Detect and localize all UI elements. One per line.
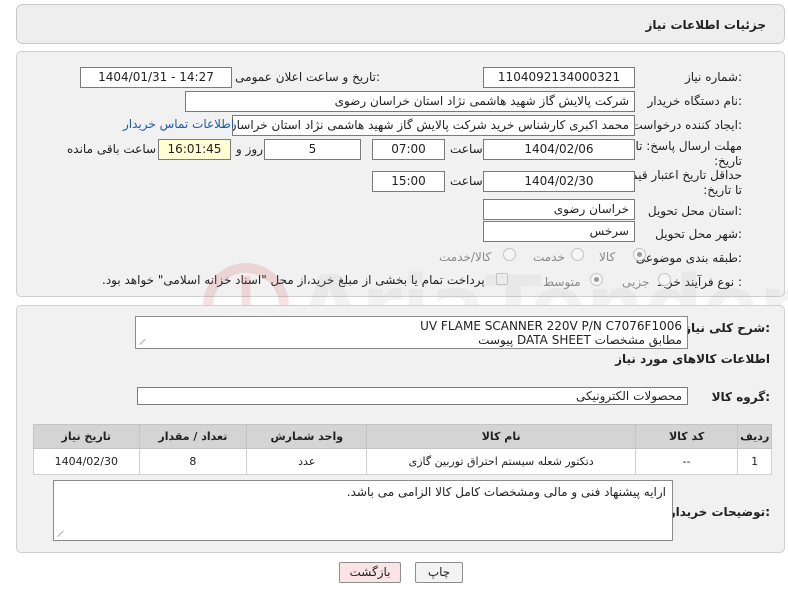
creator-label: ایجاد کننده درخواست: [631,118,742,132]
group-label: گروه کالا: [711,390,770,404]
col-qty: تعداد / مقدار [138,424,248,449]
desc-line-1: UV FLAME SCANNER 220V P/N C7076F1006 [420,319,682,333]
cell-date: 1404/02/30 [33,448,140,475]
print-button[interactable]: چاپ [415,562,463,583]
city-field: سرخس [483,221,635,242]
validity-date-field: 1404/02/30 [483,171,635,192]
back-button[interactable]: بازگشت [339,562,401,583]
page-title: جزئیات اطلاعات نیاز [645,18,766,32]
cell-unit: عدد [246,448,368,475]
items-table: ردیف کد کالا نام کالا واحد شمارش تعداد /… [33,424,772,475]
col-date: تاریخ نیاز [33,424,140,449]
col-code: کد کالا [634,424,739,449]
notes-text: ارایه پیشنهاد فنی و مالی ومشخصات کامل کا… [346,485,666,499]
process-option-medium: متوسط [543,275,581,289]
payment-note: پرداخت تمام یا بخشی از مبلغ خرید،از محل … [102,273,485,287]
desc-label: شرح کلی نیاز: [684,321,770,335]
city-label: شهر محل تحویل: [655,227,742,241]
group-field: محصولات الکترونیکی [137,387,688,405]
announce-label: تاریخ و ساعت اعلان عمومی: [235,70,380,84]
category-option-service: خدمت [533,250,565,264]
category-option-goods-service: کالا/خدمت [439,250,492,264]
resize-handle[interactable] [58,529,66,537]
days-label: روز و [236,142,263,156]
need-number-label: شماره نیاز: [684,70,742,84]
desc-line-2: مطابق مشخصات DATA SHEET پیوست [478,333,682,347]
remaining-label: ساعت باقی مانده [67,142,157,156]
process-radio-minor[interactable] [658,273,671,286]
buyer-contact-link[interactable]: اطلاعات تماس خریدار [123,117,234,131]
cell-name: دتکتور شعله سیستم احتراق توربین گازی [366,448,636,475]
category-option-goods: کالا [599,250,616,264]
days-field: 5 [264,139,361,160]
deadline-time-field: 07:00 [372,139,445,160]
category-radio-goods-service[interactable] [503,248,516,261]
deadline-time-label: ساعت [450,142,483,156]
header-panel: جزئیات اطلاعات نیاز [16,4,785,44]
province-field: خراسان رضوی [483,199,635,220]
col-unit: واحد شمارش [246,424,368,449]
cell-row: 1 [737,448,772,475]
process-radio-medium[interactable] [590,273,603,286]
validity-time-field: 15:00 [372,171,445,192]
cell-code: -- [634,448,739,475]
creator-field: محمد اکبری کارشناس خرید شرکت پالایش گاز … [232,115,635,136]
cell-qty: 8 [138,448,248,475]
desc-textarea[interactable]: UV FLAME SCANNER 220V P/N C7076F1006 مطا… [135,316,688,349]
notes-textarea[interactable]: ارایه پیشنهاد فنی و مالی ومشخصات کامل کا… [53,480,673,541]
table-row: 1 -- دتکتور شعله سیستم احتراق توربین گاز… [33,448,772,475]
buyer-label: نام دستگاه خریدار: [647,94,743,108]
process-option-minor: جزیی [622,275,650,289]
deadline-label: مهلت ارسال پاسخ: تا تاریخ: [635,139,742,168]
col-row: ردیف [737,424,772,449]
need-number-field: 1104092134000321 [483,67,635,88]
col-name: نام کالا [366,424,636,449]
deadline-date-field: 1404/02/06 [483,139,635,160]
notes-label: توضیحات خریدار: [668,505,770,519]
category-radio-service[interactable] [571,248,584,261]
items-title: اطلاعات کالاهای مورد نیاز [615,352,770,366]
validity-time-label: ساعت [450,174,483,188]
treasury-checkbox[interactable] [496,273,508,285]
category-radio-goods[interactable] [633,248,646,261]
announce-field: 1404/01/31 - 14:27 [80,67,232,88]
resize-handle[interactable] [140,337,148,345]
buyer-field: شرکت پالایش گاز شهید هاشمی نژاد استان خر… [185,91,635,112]
table-header-row: ردیف کد کالا نام کالا واحد شمارش تعداد /… [33,424,772,449]
province-label: استان محل تحویل: [647,204,742,218]
remaining-time-field: 16:01:45 [158,139,231,160]
category-label: طبقه بندی موضوعی: [635,251,742,265]
